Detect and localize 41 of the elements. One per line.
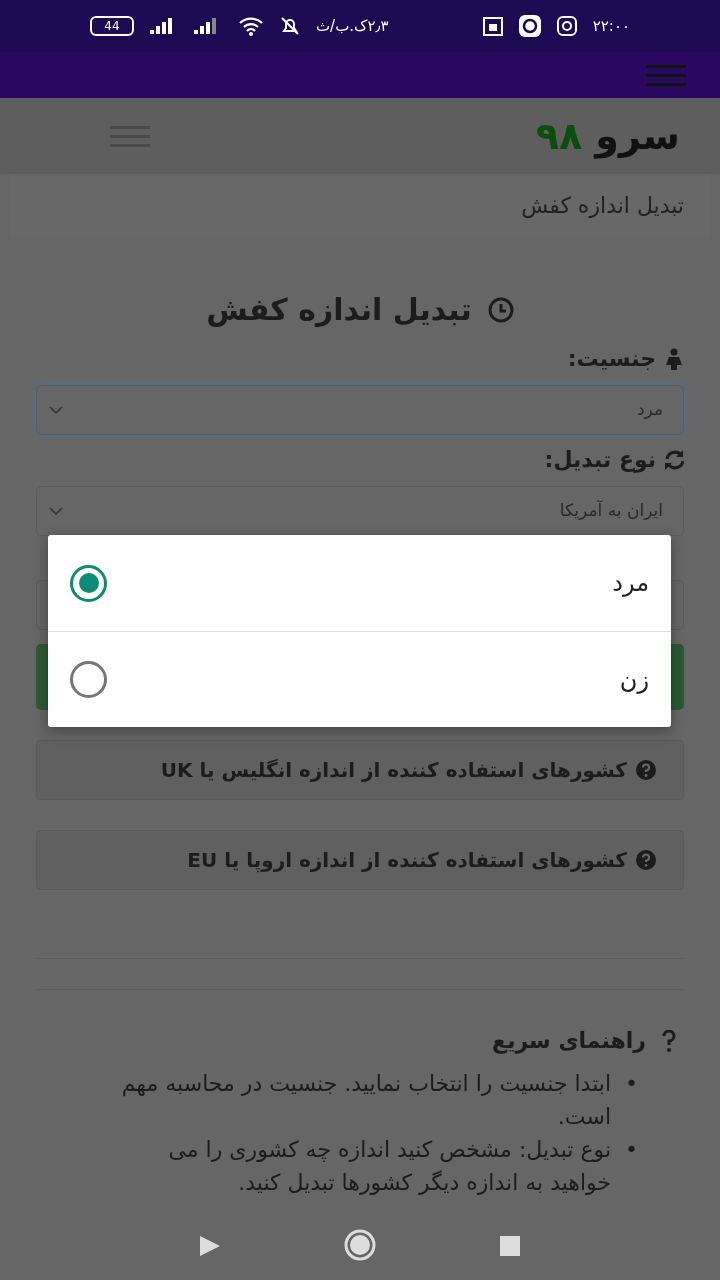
wifi-icon	[238, 16, 264, 36]
back-button[interactable]	[200, 1233, 220, 1257]
square-icon	[500, 1235, 520, 1256]
dialog-option[interactable]: مرد	[48, 535, 671, 631]
guide-item: نوع تبدیل: مشخص کنید اندازه چه کشوری را می خواهید به اندازه دیگر کشورها تبدیل کنید.	[167, 1136, 611, 1197]
field-label: جنسیت:	[567, 345, 656, 373]
recents-button[interactable]	[500, 1233, 520, 1257]
radio-button[interactable]	[70, 564, 107, 602]
chevron-down-icon	[49, 406, 63, 414]
home-button[interactable]	[344, 1229, 376, 1261]
refresh-icon	[664, 448, 684, 471]
guide-title: راهنمای سریع	[492, 1027, 646, 1056]
camera-app-icon	[556, 16, 577, 36]
person-icon	[664, 347, 684, 370]
site-logo[interactable]: سرو ۹۸	[535, 107, 680, 165]
triangle-icon	[200, 1235, 220, 1256]
clock-text: ۲۲:۰۰	[592, 15, 630, 37]
circle-icon	[344, 1229, 376, 1261]
breadcrumb-text: تبدیل اندازه کفش	[521, 192, 684, 220]
chevron-down-icon	[49, 507, 63, 515]
select-field[interactable]: مرد	[36, 385, 684, 435]
help-icon	[635, 849, 657, 871]
bullet-mark: •	[625, 1136, 638, 1164]
bullet-mark: •	[625, 1070, 638, 1098]
calendar-icon	[482, 16, 503, 36]
clock-icon	[487, 296, 514, 323]
info-panel[interactable]: کشورهای استفاده کننده از اندازه اروپا یا EU	[36, 830, 684, 890]
dialog-option[interactable]: زن	[48, 631, 671, 727]
info-panel[interactable]: کشورهای استفاده کننده از اندازه انگلیس یا UK	[36, 740, 684, 800]
guide-item: ابتدا جنسیت را انتخاب نمایید. جنسیت در محاسبه مهم است.	[120, 1070, 611, 1131]
select-field[interactable]: ایران به آمریکا	[36, 486, 684, 536]
question-mark-icon	[662, 1029, 676, 1052]
app-icon	[518, 15, 541, 37]
data-speed-text: ۲٫۳ک.ب/ث	[316, 15, 389, 37]
menu-icon	[646, 65, 686, 86]
radio-button[interactable]	[70, 661, 107, 698]
muted-bell-icon	[280, 16, 300, 36]
help-icon	[635, 759, 657, 781]
battery-indicator: 44	[90, 16, 134, 36]
form-title: تبدیل اندازه کفش	[206, 291, 472, 329]
field-label: نوع تبدیل:	[544, 446, 656, 475]
